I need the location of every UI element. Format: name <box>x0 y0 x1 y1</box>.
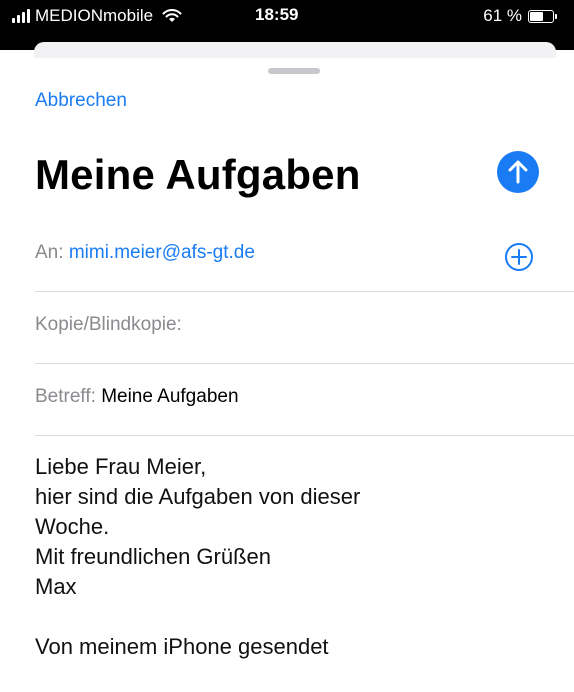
body-line: Max <box>35 574 77 599</box>
subject-value[interactable]: Meine Aufgaben <box>101 386 238 407</box>
to-field[interactable]: An: mimi.meier@afs-gt.de <box>35 220 574 292</box>
signature-line: Von meinem iPhone gesendet <box>35 634 329 659</box>
cc-bcc-label: Kopie/Blindkopie: <box>35 314 182 335</box>
recipient-address[interactable]: mimi.meier@afs-gt.de <box>69 242 255 263</box>
carrier-name: MEDIONmobile <box>35 6 154 25</box>
status-time: 18:59 <box>255 5 299 24</box>
signal-icon <box>12 9 30 23</box>
battery-fill <box>530 11 543 21</box>
body-line: Mit freundlichen Grüßen <box>35 544 271 569</box>
wifi-icon <box>162 9 182 22</box>
send-button[interactable] <box>497 151 539 193</box>
message-body[interactable]: Liebe Frau Meier, hier sind die Aufgaben… <box>35 452 555 662</box>
sheet-grabber[interactable] <box>268 68 320 74</box>
page-title: Meine Aufgaben <box>35 151 361 198</box>
battery-icon <box>528 9 557 23</box>
body-line <box>35 602 555 632</box>
status-right: 61 % <box>483 6 557 26</box>
cancel-button[interactable]: Abbrechen <box>35 90 127 112</box>
subject-field-content: Betreff: Meine Aufgaben <box>35 386 239 408</box>
status-left: MEDIONmobile <box>12 6 182 26</box>
arrow-up-circle-icon <box>508 160 528 184</box>
body-line: Woche. <box>35 514 110 539</box>
plus-circle-icon <box>505 243 533 271</box>
subject-label: Betreff: <box>35 386 96 407</box>
add-recipient-button[interactable] <box>504 242 534 272</box>
body-line: hier sind die Aufgaben von dieser <box>35 484 361 509</box>
body-line: Liebe Frau Meier, <box>35 454 207 479</box>
battery-tip <box>555 13 557 19</box>
cc-bcc-field[interactable]: Kopie/Blindkopie: <box>35 292 574 364</box>
battery-percent: 61 % <box>483 6 522 25</box>
to-field-content: An: mimi.meier@afs-gt.de <box>35 242 255 264</box>
cc-field-content: Kopie/Blindkopie: <box>35 314 182 336</box>
to-label: An: <box>35 242 64 263</box>
subject-field[interactable]: Betreff: Meine Aufgaben <box>35 364 574 436</box>
